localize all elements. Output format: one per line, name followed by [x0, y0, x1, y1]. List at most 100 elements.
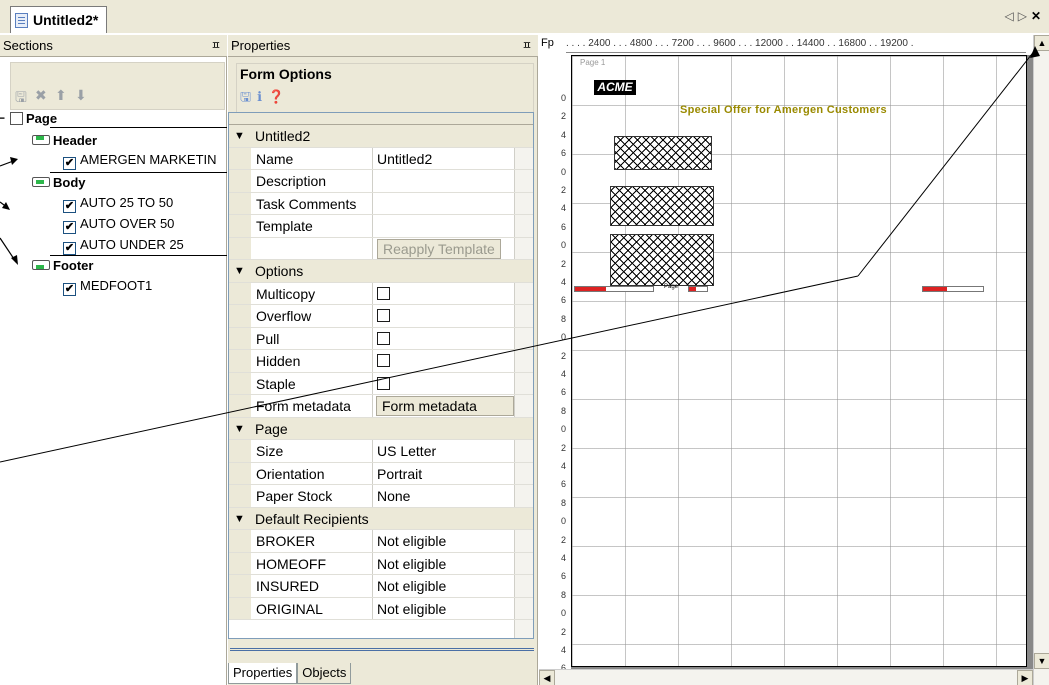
tree-item-label: AUTO UNDER 25	[80, 237, 184, 252]
group-row[interactable]: ▼ Options	[229, 260, 533, 283]
page-label: Page 1	[580, 58, 606, 67]
pin-icon[interactable]: ㅍ	[522, 35, 532, 57]
property-row[interactable]: BROKER Not eligible	[229, 530, 533, 553]
form-metadata-button[interactable]: Form metadata	[376, 396, 514, 416]
property-value[interactable]: Not eligible	[376, 598, 513, 620]
page-number-field[interactable]	[688, 286, 708, 292]
form-page[interactable]: Page 1 ACME Special Offer for Amergen Cu…	[571, 55, 1027, 667]
horizontal-scrollbar[interactable]: ◀ ▶	[539, 669, 1033, 685]
property-value[interactable]: US Letter	[376, 440, 513, 462]
collapse-icon[interactable]: ▼	[234, 508, 245, 530]
property-value[interactable]	[376, 170, 513, 192]
group-row[interactable]: ▼ Untitled2	[229, 125, 533, 148]
save-icon[interactable]: 🖫	[240, 89, 257, 104]
prev-tab-icon[interactable]: ◁	[1004, 9, 1017, 23]
next-tab-icon[interactable]: ▷	[1018, 9, 1031, 23]
document-tab[interactable]: Untitled2*	[10, 6, 108, 33]
property-value[interactable]: Not eligible	[376, 530, 513, 552]
reapply-template-button[interactable]: Reapply Template	[377, 238, 501, 259]
tree-item[interactable]: ✔ AMERGEN MARKETIN	[63, 151, 217, 170]
collapse-icon[interactable]: ▼	[234, 125, 245, 147]
tree-section-body[interactable]: Body	[32, 174, 86, 192]
scroll-left-button[interactable]: ◀	[539, 670, 555, 685]
scroll-down-button[interactable]: ▼	[1034, 653, 1049, 669]
tab-properties[interactable]: Properties	[228, 663, 298, 684]
property-key: Pull	[255, 327, 373, 349]
property-row[interactable]: Paper Stock None	[229, 485, 533, 508]
include-checkbox[interactable]: ✔	[63, 283, 76, 296]
ruler-label: Fp	[541, 37, 554, 49]
ruler-mark: 0	[561, 240, 567, 251]
include-checkbox[interactable]: ✔	[63, 221, 76, 234]
scroll-up-button[interactable]: ▲	[1034, 35, 1049, 51]
image-placeholder[interactable]	[614, 136, 712, 170]
scroll-right-button[interactable]: ▶	[1017, 670, 1033, 685]
acme-logo[interactable]: ACME	[594, 80, 636, 95]
property-value[interactable]: None	[376, 485, 513, 507]
hidden-checkbox[interactable]	[377, 354, 390, 367]
property-key: Orientation	[255, 462, 373, 484]
property-row[interactable]: Size US Letter	[229, 440, 533, 463]
property-row[interactable]: Staple	[229, 372, 533, 395]
vertical-scrollbar[interactable]: ▲ ▼	[1033, 35, 1049, 685]
ruler-mark: 0	[561, 608, 567, 619]
property-row[interactable]: Orientation Portrait	[229, 462, 533, 485]
include-checkbox[interactable]: ✔	[63, 157, 76, 170]
property-row[interactable]: Hidden	[229, 350, 533, 373]
tree-section-header[interactable]: Header	[32, 132, 97, 150]
collapse-icon[interactable]: ▼	[234, 418, 245, 440]
property-row[interactable]: Description	[229, 170, 533, 193]
tree-section-footer[interactable]: Footer	[32, 257, 93, 275]
info-icon[interactable]: ℹ	[257, 89, 268, 104]
tab-objects[interactable]: Objects	[297, 663, 352, 684]
ruler-mark: 0	[561, 93, 567, 103]
property-value[interactable]: Not eligible	[376, 553, 513, 575]
pin-icon[interactable]: ㅍ	[211, 35, 221, 57]
property-row[interactable]: Template	[229, 215, 533, 238]
include-checkbox[interactable]: ✔	[63, 242, 76, 255]
tree-item[interactable]: ✔ AUTO OVER 50	[63, 215, 174, 234]
tree-item[interactable]: ✔ AUTO 25 TO 50	[63, 194, 173, 213]
tree-root-page[interactable]: Page	[0, 109, 58, 128]
ruler-mark: 4	[561, 369, 567, 379]
group-row[interactable]: ▼ Page	[229, 417, 533, 440]
footer-field[interactable]	[574, 286, 654, 292]
move-down-icon[interactable]: ⬇	[75, 87, 87, 104]
multicopy-checkbox[interactable]	[377, 286, 390, 300]
property-row[interactable]: Overflow	[229, 305, 533, 328]
move-up-icon[interactable]: ⬆	[55, 87, 67, 104]
tree-root-label: Page	[26, 111, 58, 126]
pull-checkbox[interactable]	[377, 331, 390, 345]
close-icon[interactable]: ✕	[1031, 9, 1045, 23]
tree-item[interactable]: ✔ AUTO UNDER 25	[63, 236, 184, 255]
property-row[interactable]: ORIGINAL Not eligible	[229, 597, 533, 620]
property-value[interactable]: Portrait	[376, 463, 513, 485]
property-row[interactable]: Multicopy	[229, 282, 533, 305]
tree-item[interactable]: ✔ MEDFOOT1	[63, 277, 152, 296]
collapse-icon[interactable]: ▼	[234, 260, 245, 282]
property-value[interactable]: Untitled2	[376, 148, 513, 170]
page-headline[interactable]: Special Offer for Amergen Customers	[680, 104, 887, 116]
divider	[50, 172, 227, 173]
staple-checkbox[interactable]	[377, 376, 390, 390]
property-row[interactable]: Pull	[229, 327, 533, 350]
property-row[interactable]: Task Comments	[229, 192, 533, 215]
group-row[interactable]: ▼ Default Recipients	[229, 507, 533, 530]
new-section-icon[interactable]: 🖫	[15, 87, 27, 111]
tree-section-label: Footer	[53, 258, 94, 273]
property-value[interactable]	[376, 215, 513, 237]
footer-field-right[interactable]	[922, 286, 984, 292]
property-value[interactable]: Not eligible	[376, 575, 513, 597]
property-row[interactable]: INSURED Not eligible	[229, 575, 533, 598]
help-icon[interactable]: ❓	[268, 89, 290, 104]
property-row[interactable]: Form metadata Form metadata	[229, 395, 533, 418]
image-placeholder[interactable]	[610, 186, 714, 226]
delete-icon[interactable]: ✖	[35, 87, 47, 104]
property-value[interactable]	[376, 193, 513, 215]
property-row[interactable]: HOMEOFF Not eligible	[229, 552, 533, 575]
overflow-checkbox[interactable]	[377, 309, 390, 322]
property-row[interactable]: Name Untitled2	[229, 147, 533, 170]
image-placeholder[interactable]	[610, 234, 714, 286]
include-checkbox[interactable]: ✔	[63, 200, 76, 213]
ruler-mark: 6	[561, 148, 567, 159]
